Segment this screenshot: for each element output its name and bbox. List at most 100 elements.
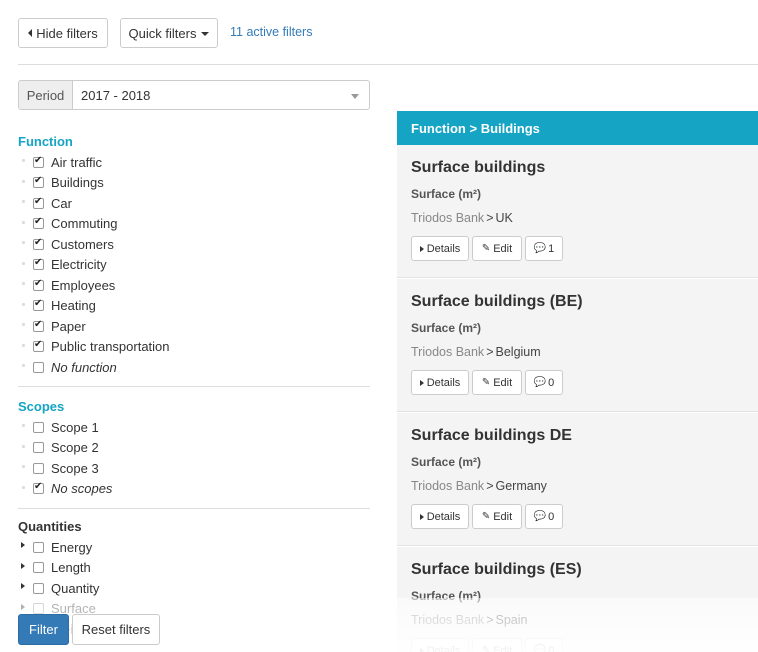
caret-down-icon xyxy=(201,32,210,36)
function-option[interactable]: Employees xyxy=(20,275,115,295)
quantities-option[interactable]: Energy xyxy=(20,537,92,557)
scopes-option[interactable]: Scope 1 xyxy=(20,417,99,437)
quantities-option[interactable]: Quantity xyxy=(20,578,99,598)
function-option-label: Electricity xyxy=(51,257,107,272)
period-select[interactable]: 2017 - 2018 xyxy=(72,80,370,110)
expand-arrow-icon[interactable] xyxy=(20,583,26,591)
scopes-option[interactable]: Scope 2 xyxy=(20,438,99,458)
expand-arrow-icon[interactable] xyxy=(20,542,26,550)
comments-button[interactable]: 💬 1 xyxy=(525,236,563,261)
comment-icon: 💬 xyxy=(533,511,547,522)
edit-button[interactable]: ✎Edit xyxy=(472,370,522,395)
comment-icon: 💬 xyxy=(533,243,547,254)
checkbox[interactable] xyxy=(33,278,44,291)
function-option[interactable]: No function xyxy=(20,357,117,377)
caret-left-icon xyxy=(28,29,33,37)
comments-count: 0 xyxy=(548,510,555,523)
checkbox[interactable] xyxy=(33,155,44,168)
pencil-icon: ✎ xyxy=(481,243,491,254)
details-button[interactable]: Details xyxy=(411,504,469,529)
function-option-label: Employees xyxy=(51,277,116,293)
checkbox[interactable] xyxy=(33,462,44,474)
card-title[interactable]: Surface buildings DE xyxy=(411,427,572,445)
checkbox[interactable] xyxy=(33,421,44,433)
comments-count: 1 xyxy=(548,242,555,255)
function-option[interactable]: Air traffic xyxy=(20,152,102,172)
tree-dot-icon xyxy=(20,220,26,227)
tree-dot-icon xyxy=(20,343,26,350)
scopes-option-label: No scopes xyxy=(51,481,113,496)
checkbox[interactable] xyxy=(33,339,44,352)
tree-dot-icon xyxy=(20,444,26,451)
tree-dot-icon xyxy=(20,323,26,329)
comments-button[interactable]: 💬0 xyxy=(525,370,563,395)
card-unit: Surface (m²) xyxy=(411,187,482,201)
quantities-option[interactable]: Length xyxy=(20,558,91,578)
function-option[interactable]: Buildings xyxy=(20,173,104,193)
function-option-label: Car xyxy=(51,195,72,211)
tree-dot-icon xyxy=(20,179,26,186)
function-option[interactable]: Car xyxy=(20,193,72,213)
breadcrumb-separator: > xyxy=(486,345,494,359)
edit-label: Edit xyxy=(493,242,513,255)
checkbox[interactable] xyxy=(33,361,44,373)
quantities-option-label: Quantity xyxy=(51,580,100,596)
tree-dot-icon xyxy=(20,465,26,471)
function-title: Function xyxy=(18,134,73,149)
details-button[interactable]: Details xyxy=(411,236,469,261)
comments-button[interactable]: 💬0 xyxy=(525,504,563,529)
card-title[interactable]: Surface buildings xyxy=(411,159,545,177)
tree-dot-icon xyxy=(20,424,26,430)
checkbox[interactable] xyxy=(33,237,44,250)
card-unit: Surface (m²) xyxy=(411,321,482,335)
caret-right-icon xyxy=(419,245,424,252)
result-card: Surface buildings DE Surface (m²) Triodos … xyxy=(397,413,758,546)
function-option[interactable]: Heating xyxy=(20,296,96,316)
checkbox[interactable] xyxy=(33,298,44,311)
details-label: Details xyxy=(426,242,461,255)
toolbar-divider xyxy=(18,64,758,65)
function-option-label: No function xyxy=(51,359,117,375)
active-filters-link[interactable]: 11 active filters xyxy=(230,25,312,39)
checkbox[interactable] xyxy=(33,582,44,594)
checkbox[interactable] xyxy=(33,481,44,494)
checkbox[interactable] xyxy=(33,175,44,188)
function-option-label: Public transportation xyxy=(51,339,170,354)
card-title[interactable]: Surface buildings (BE) xyxy=(411,293,583,311)
scopes-option-label: Scope 1 xyxy=(51,419,99,435)
filter-button[interactable]: Filter xyxy=(18,614,69,645)
scopes-option[interactable]: No scopes xyxy=(20,479,112,499)
edit-button[interactable]: ✎Edit xyxy=(472,504,522,529)
quantities-option-label: Energy xyxy=(51,539,93,555)
checkbox[interactable] xyxy=(33,196,44,209)
result-card: Surface buildings Surface (m²) Triodos Ban… xyxy=(397,145,758,278)
hide-filters-label: Hide filters xyxy=(36,25,98,41)
hide-filters-button[interactable]: Hide filters xyxy=(18,18,108,48)
edit-label: Edit xyxy=(493,510,513,523)
scopes-option[interactable]: Scope 3 xyxy=(20,458,99,478)
checkbox[interactable] xyxy=(33,541,44,553)
details-button[interactable]: Details xyxy=(411,370,469,395)
card-org: Triodos Bank xyxy=(411,211,485,225)
reset-filters-button[interactable]: Reset filters xyxy=(72,614,160,645)
edit-button[interactable]: ✎Edit xyxy=(472,236,522,261)
pencil-icon: ✎ xyxy=(481,377,491,388)
checkbox[interactable] xyxy=(33,562,44,573)
function-option[interactable]: Electricity xyxy=(20,255,107,275)
checkbox[interactable] xyxy=(33,319,44,332)
quick-filters-button[interactable]: Quick filters xyxy=(120,18,218,48)
function-option[interactable]: Public transportation xyxy=(20,337,170,357)
expand-arrow-icon[interactable] xyxy=(20,562,26,571)
scopes-option-label: Scope 2 xyxy=(51,440,99,455)
function-option[interactable]: Paper xyxy=(20,316,86,336)
edit-label: Edit xyxy=(493,376,513,389)
function-option-label: Paper xyxy=(51,318,86,334)
checkbox[interactable] xyxy=(33,442,44,453)
checkbox[interactable] xyxy=(33,257,44,270)
function-option-label: Air traffic xyxy=(51,154,103,170)
checkbox[interactable] xyxy=(33,216,44,229)
function-option[interactable]: Commuting xyxy=(20,214,117,234)
card-title[interactable]: Surface buildings (ES) xyxy=(411,561,582,579)
card-org: Triodos Bank xyxy=(411,479,485,493)
function-option[interactable]: Customers xyxy=(20,234,114,254)
